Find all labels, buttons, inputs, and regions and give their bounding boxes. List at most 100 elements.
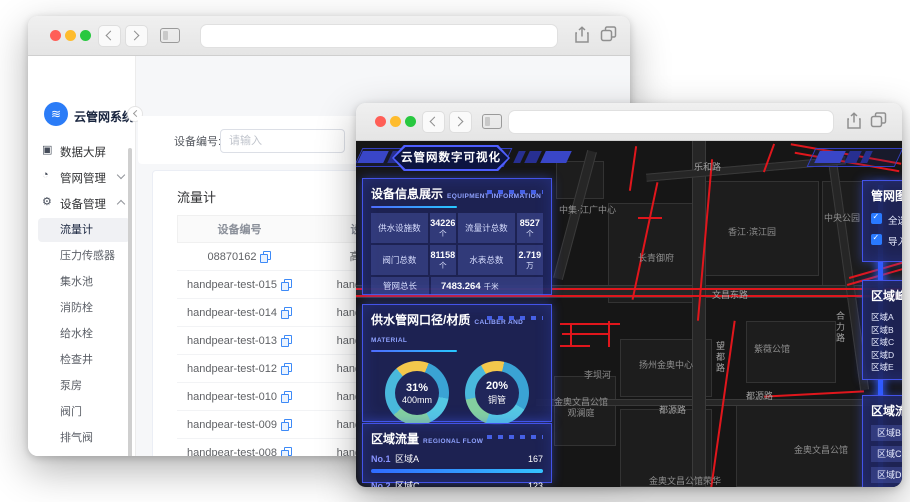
back-button[interactable] (98, 25, 121, 47)
caliber-material-panel: 供水管网口径/材质 CALIBER AND MATERIAL 31% 400mm 2… (362, 304, 552, 425)
sidebar-subitem-valve[interactable]: 阀门 (38, 400, 130, 424)
sidebar-subitem-inspection-well[interactable]: 检查井 (38, 348, 130, 372)
stat-label: 水表总数 (458, 245, 515, 275)
legend-label: 区域E (871, 362, 894, 372)
device-id: handpear-test-009 (187, 419, 277, 431)
copy-icon[interactable] (280, 279, 292, 291)
device-id: handpear-test-012 (187, 363, 277, 375)
header-decoration (540, 151, 572, 163)
maximize-window-button[interactable] (405, 116, 416, 127)
maximize-window-button[interactable] (80, 30, 91, 41)
device-id-input[interactable] (220, 129, 345, 153)
tabs-icon[interactable] (600, 26, 617, 43)
map-label: 都源路 (746, 391, 774, 401)
back-button[interactable] (422, 111, 445, 133)
sidebar-subitem-fire-hydrant[interactable]: 消防栓 (38, 296, 130, 320)
pipe-line (560, 323, 620, 325)
pipe-line (638, 217, 662, 219)
data-screen-icon: ▣ (42, 144, 53, 156)
address-bar[interactable] (200, 24, 558, 48)
close-window-button[interactable] (375, 116, 386, 127)
share-icon[interactable] (574, 26, 590, 44)
map-label: 文昌东路 (712, 290, 749, 300)
tabs-icon[interactable] (870, 112, 887, 129)
copy-icon[interactable] (260, 251, 272, 263)
pipe-line (356, 295, 902, 297)
layer-option[interactable]: 导入 (871, 233, 902, 248)
copy-icon[interactable] (280, 447, 292, 456)
device-id: handpear-test-010 (187, 391, 277, 403)
chevron-up-icon (116, 199, 126, 209)
sidebar-scrollbar[interactable] (128, 148, 132, 456)
sidebar-item-device-mgmt[interactable]: ⚙ 设备管理 (28, 190, 136, 216)
forward-button[interactable] (125, 25, 148, 47)
caliber-donut-chart: 31% 400mm (385, 361, 449, 425)
header-decoration (357, 151, 389, 163)
copy-icon[interactable] (280, 363, 292, 375)
close-window-button[interactable] (50, 30, 61, 41)
chevron-right-icon (129, 30, 140, 41)
minimize-window-button[interactable] (65, 30, 76, 41)
header-decoration (524, 151, 542, 163)
donut-label: 400mm (401, 394, 432, 405)
pipe-line (562, 333, 608, 335)
device-id: handpear-test-013 (187, 335, 277, 347)
sidebar-subitem-pressure-sensor[interactable]: 压力传感器 (38, 244, 130, 268)
panel-decoration (487, 435, 543, 439)
panel-title: 区域流量 (371, 432, 420, 446)
region-value: 167 (527, 453, 543, 464)
pipe-line (628, 146, 638, 191)
copy-icon[interactable] (280, 335, 292, 347)
sidebar-subitem-flow-meter[interactable]: 流量计 (38, 218, 130, 242)
browser-chrome (28, 16, 630, 56)
sidebar-item-pipe-network[interactable]: ◔ 管网管理 (28, 164, 136, 190)
flow-list-row: 区域C (871, 446, 902, 462)
rank-badge: No.1 (371, 453, 391, 464)
legend-row: 区域A (871, 311, 902, 323)
copy-icon[interactable] (280, 307, 292, 319)
map-label: 长青御府 (638, 253, 675, 263)
stat-label: 供水设施数 (371, 213, 428, 243)
checkbox-checked-icon[interactable] (871, 233, 882, 245)
sidebar-subitem-exhaust-valve[interactable]: 排气阀 (38, 426, 130, 450)
stat-value: 34226 个 (429, 213, 456, 243)
stat-label: 阀门总数 (371, 245, 428, 275)
map-label: 紫薇公馆 (754, 344, 791, 354)
sidebar-item-data-screen[interactable]: ▣ 数据大屏 (28, 138, 136, 164)
forward-button[interactable] (449, 111, 472, 133)
sidebar-subitem-pump-house[interactable]: 泵房 (38, 374, 130, 398)
device-icon: ⚙ (42, 196, 52, 208)
map-label: 中央公园 (824, 213, 861, 223)
regional-flow-panel: 区域流量 REGIONAL FLOW No.1 区域A 167 No.2 区域C … (362, 423, 552, 487)
rank-row: No.1 区域A 167 (371, 452, 543, 465)
app-title: 云管网系统 (74, 110, 135, 124)
browser-chrome (356, 103, 902, 141)
share-icon[interactable] (846, 112, 862, 130)
layer-option[interactable]: 全选 (871, 212, 902, 227)
minimize-window-button[interactable] (390, 116, 401, 127)
digital-twin-dashboard: 乐和路 中集·江广中心 香江·滨江园 中央公园 长青御府 文昌东路 紫薇公馆 扬… (356, 141, 902, 487)
copy-icon[interactable] (280, 419, 292, 431)
map-label: 中集·江广中心 (559, 205, 616, 215)
sidebar-toggle-icon[interactable] (482, 114, 502, 129)
map-label: 金奥文昌公馆 (794, 445, 849, 455)
device-id: handpear-test-015 (187, 279, 277, 291)
legend-label: 区域B (871, 324, 894, 335)
sidebar-subitem-collecting-pool[interactable]: 集水池 (38, 270, 130, 294)
copy-icon[interactable] (280, 391, 292, 403)
rank-bar (371, 469, 543, 473)
title-underline (371, 350, 457, 352)
map-label: 合力路 (835, 311, 845, 344)
regional-flow-list-panel: 区域流 区域B 区域C 区域D 区域E (862, 395, 902, 487)
sidebar-toggle-icon[interactable] (160, 28, 180, 43)
checkbox-checked-icon[interactable] (871, 212, 882, 224)
pipe-layers-panel: 管网图 全选 导入 (862, 180, 902, 262)
map-label: 金奥文昌公馆荣华 (649, 476, 722, 486)
sidebar-subitem-water-hydrant[interactable]: 给水栓 (38, 322, 130, 346)
sidebar-subitem-water-outlet[interactable]: 出水口 (38, 452, 130, 456)
panel-title: 设备信息展示 (371, 187, 444, 201)
sidebar-item-label: 管网管理 (60, 173, 106, 185)
address-bar[interactable] (508, 110, 834, 134)
sidebar-item-label: 数据大屏 (60, 147, 106, 159)
panel-title: 管网图 (871, 189, 902, 203)
